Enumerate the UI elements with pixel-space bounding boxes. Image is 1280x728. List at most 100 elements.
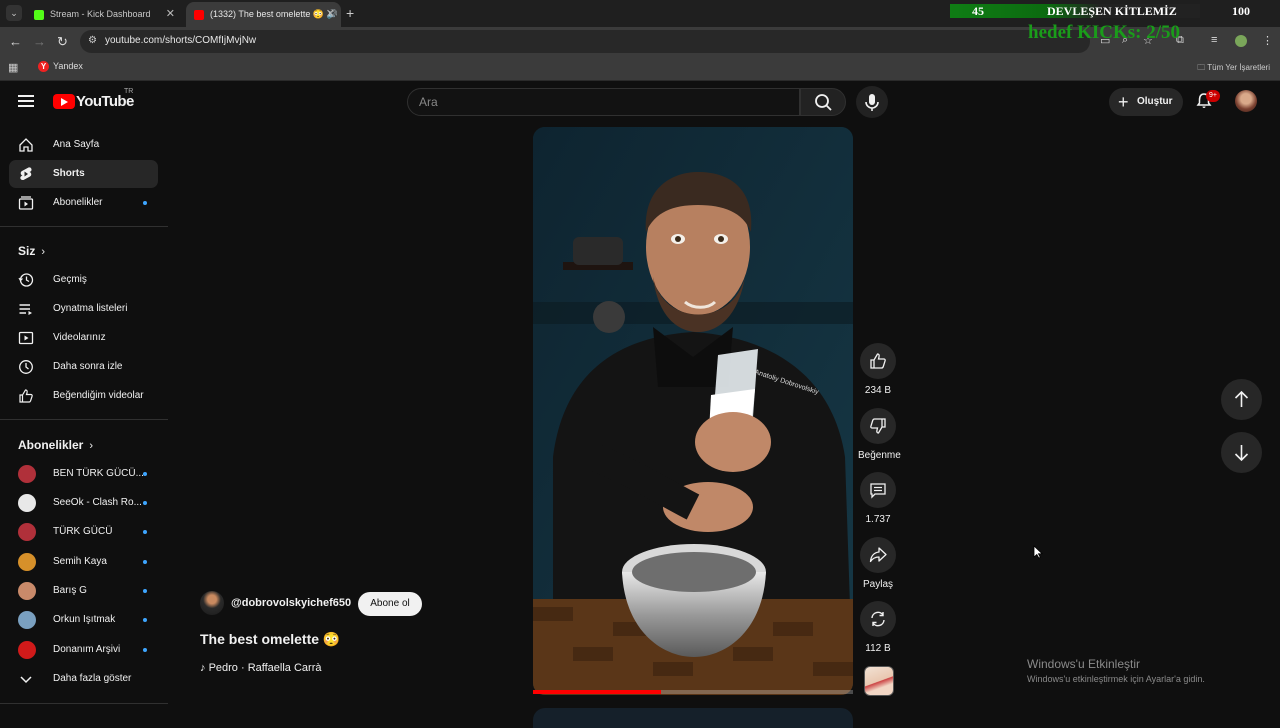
close-tab-icon[interactable]: ✕ xyxy=(166,2,175,27)
music-label: Pedro · Raffaella Carrà xyxy=(208,662,322,674)
profile-avatar-icon[interactable] xyxy=(1235,35,1247,47)
sidebar-subscription-channel[interactable]: TÜRK GÜCÜ xyxy=(9,518,158,546)
sidebar-item-label: Oynatma listeleri xyxy=(53,303,128,314)
create-button[interactable]: + Oluştur xyxy=(1109,88,1183,116)
voice-search-button[interactable] xyxy=(856,86,888,118)
apps-grid-icon[interactable]: ▦ xyxy=(8,61,18,74)
channel-name[interactable]: @dobrovolskyichef650 xyxy=(231,597,351,609)
remix-action[interactable]: 112 B xyxy=(858,601,898,654)
sidebar-section-subscriptions[interactable]: Abonelikler › xyxy=(18,438,93,452)
yandex-icon: Y xyxy=(38,61,49,72)
sidebar-subscription-channel[interactable]: Barış G xyxy=(9,577,158,605)
kick-favicon-icon xyxy=(34,10,44,20)
section-heading: Abonelikler xyxy=(18,438,84,452)
search-box xyxy=(407,88,800,116)
sidebar-subscription-channel[interactable]: SeeOk - Clash Ro... xyxy=(9,489,158,517)
previous-short-button[interactable] xyxy=(1221,379,1262,420)
search-icon xyxy=(815,94,832,111)
short-video-player[interactable]: Anatoliy Dobrovolskiy xyxy=(533,127,853,695)
sidebar: Ana Sayfa Shorts Abonelikler Siz › Geçmiş… xyxy=(0,123,170,720)
sidebar-item-subscriptions[interactable]: Abonelikler xyxy=(9,189,158,217)
sidebar-item-label: Semih Kaya xyxy=(53,556,107,567)
new-tab-icon[interactable]: + xyxy=(346,5,354,21)
reading-list-icon[interactable]: ≡ xyxy=(1211,34,1217,46)
arrow-down-icon xyxy=(1234,445,1249,462)
account-avatar[interactable] xyxy=(1235,90,1257,112)
sidebar-item-label: Shorts xyxy=(53,168,85,179)
new-content-dot xyxy=(143,618,147,622)
address-bar[interactable]: ⚙ youtube.com/shorts/COMfIjMvjNw xyxy=(80,30,1090,53)
music-note-icon: ♪ xyxy=(200,662,209,674)
stream-kicks-goal: hedef KICKs: 2/50 xyxy=(1028,22,1180,43)
sidebar-subscription-channel[interactable]: BEN TÜRK GÜCÜ... xyxy=(9,460,158,488)
menu-icon[interactable] xyxy=(18,95,34,107)
chevron-right-icon: › xyxy=(89,440,94,452)
notification-badge: 9+ xyxy=(1206,90,1220,102)
like-button[interactable] xyxy=(860,343,896,379)
mouse-cursor-icon xyxy=(1033,545,1043,559)
sidebar-item-liked-videos[interactable]: Beğendiğim videolar xyxy=(9,382,158,410)
sidebar-subscription-channel[interactable]: Semih Kaya xyxy=(9,548,158,576)
sidebar-item-home[interactable]: Ana Sayfa xyxy=(9,131,158,159)
share-action[interactable]: Paylaş xyxy=(858,537,898,590)
watch-later-icon xyxy=(19,360,33,374)
dislike-button[interactable] xyxy=(860,408,896,444)
next-short-button[interactable] xyxy=(1221,432,1262,473)
short-music[interactable]: ♪ Pedro · Raffaella Carrà xyxy=(200,662,321,674)
browser-tab-youtube[interactable]: (1332) The best omelette 😳 🔊 ✕ xyxy=(186,2,341,27)
search-input[interactable] xyxy=(408,89,799,115)
youtube-logo[interactable]: YouTube TR xyxy=(53,88,134,111)
tab-search-button[interactable]: ⌄ xyxy=(6,5,22,21)
forward-icon[interactable]: → xyxy=(33,34,46,49)
sidebar-item-shorts[interactable]: Shorts xyxy=(9,160,158,188)
browser-tab-kick[interactable]: Stream - Kick Dashboard ✕ xyxy=(26,2,181,27)
sidebar-item-your-videos[interactable]: Videolarınız xyxy=(9,324,158,352)
logo-text: YouTube xyxy=(76,93,134,111)
share-button[interactable] xyxy=(860,537,896,573)
bookmarks-bar: ▦ Y Yandex 🗀 Tüm Yer İşaretleri xyxy=(0,56,1280,81)
chevron-right-icon: › xyxy=(41,246,46,258)
site-info-icon[interactable]: ⚙ xyxy=(88,35,100,47)
new-content-dot xyxy=(143,472,147,476)
comments-button[interactable] xyxy=(860,472,896,508)
search-button[interactable] xyxy=(800,88,846,116)
sidebar-section-you[interactable]: Siz › xyxy=(18,244,45,258)
liked-videos-icon xyxy=(19,389,33,403)
short-title[interactable]: The best omelette 😳 xyxy=(200,631,340,648)
all-bookmarks-button[interactable]: 🗀 Tüm Yer İşaretleri xyxy=(1197,62,1270,76)
browser-menu-icon[interactable]: ⋮ xyxy=(1262,34,1273,47)
sidebar-item-label: Abonelikler xyxy=(53,197,103,208)
sidebar-subscription-channel[interactable]: Donanım Arşivi xyxy=(9,636,158,664)
bookmark-yandex[interactable]: Y Yandex xyxy=(38,61,83,72)
dislike-action[interactable]: Beğenme xyxy=(858,408,901,461)
plus-icon: + xyxy=(1118,92,1129,112)
channel-avatar[interactable] xyxy=(200,591,224,615)
new-content-dot xyxy=(143,648,147,652)
youtube-favicon-icon xyxy=(194,10,204,20)
subscribe-button[interactable]: Abone ol xyxy=(358,592,422,616)
sidebar-item-playlists[interactable]: Oynatma listeleri xyxy=(9,295,158,323)
sidebar-item-label: TÜRK GÜCÜ xyxy=(53,526,113,537)
reload-icon[interactable]: ↻ xyxy=(57,34,68,50)
video-progress-bar[interactable] xyxy=(533,690,853,694)
subscriptions-icon xyxy=(18,196,34,210)
sidebar-item-watch-later[interactable]: Daha sonra izle xyxy=(9,353,158,381)
sidebar-item-label: Daha sonra izle xyxy=(53,361,123,372)
close-tab-icon[interactable]: ✕ xyxy=(326,2,335,27)
sidebar-show-more[interactable]: Daha fazla göster xyxy=(9,665,158,693)
sidebar-item-label: Beğendiğim videolar xyxy=(53,390,144,401)
arrow-up-icon xyxy=(1234,390,1249,407)
bookmark-label: Yandex xyxy=(53,61,83,71)
sidebar-item-label: SeeOk - Clash Ro... xyxy=(53,497,142,508)
all-bookmarks-label: Tüm Yer İşaretleri xyxy=(1207,63,1270,72)
sound-thumbnail[interactable] xyxy=(864,666,894,696)
remix-icon xyxy=(871,611,885,627)
sidebar-item-history[interactable]: Geçmiş xyxy=(9,266,158,294)
remix-button[interactable] xyxy=(860,601,896,637)
comments-action[interactable]: 1.737 xyxy=(858,472,898,525)
back-icon[interactable]: ← xyxy=(9,34,22,49)
windows-activation-title: Windows'u Etkinleştir xyxy=(1027,657,1140,671)
sidebar-subscription-channel[interactable]: Orkun Işıtmak xyxy=(9,606,158,634)
thumbs-down-icon xyxy=(870,418,886,434)
like-action[interactable]: 234 B xyxy=(858,343,898,396)
